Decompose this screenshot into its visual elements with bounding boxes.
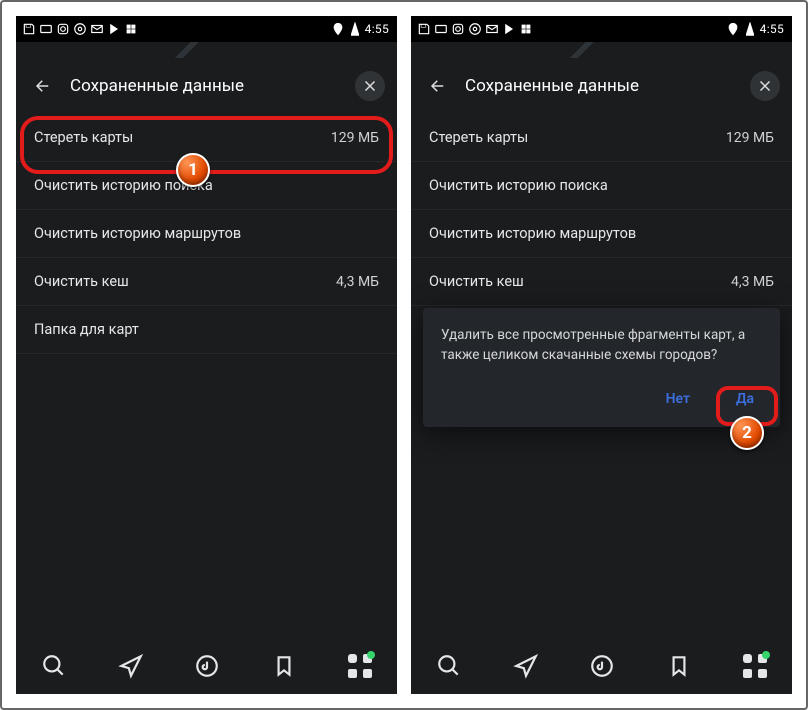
play-store-icon [502, 22, 516, 36]
confirm-dialog: Удалить все просмотренные фрагменты карт… [423, 308, 780, 427]
erase-maps-value: 129 МБ [726, 130, 774, 146]
search-icon[interactable] [41, 653, 67, 679]
erase-maps-row[interactable]: Стереть карты 129 МБ [411, 114, 792, 162]
clear-routes-row[interactable]: Очистить историю маршрутов [411, 210, 792, 258]
location-icon [331, 22, 345, 36]
dialog-message: Удалить все просмотренные фрагменты карт… [441, 326, 762, 365]
dialog-no-button[interactable]: Нет [658, 383, 698, 415]
navigate-icon[interactable] [118, 653, 144, 679]
music-icon[interactable] [194, 653, 220, 679]
status-bar: 4:55 [16, 16, 397, 42]
phone-screen-right: 4:55 Сохраненные данные Стереть карты 12… [411, 16, 792, 694]
save-icon [417, 22, 431, 36]
search-icon[interactable] [436, 653, 462, 679]
apps-grid-icon[interactable] [743, 654, 767, 678]
header-title: Сохраненные данные [70, 76, 343, 96]
mail-icon [485, 22, 499, 36]
location-icon [726, 22, 740, 36]
maps-folder-label: Папка для карт [34, 321, 139, 338]
clear-cache-row[interactable]: Очистить кеш 4,3 МБ [16, 258, 397, 306]
header-title: Сохраненные данные [465, 76, 738, 96]
clear-cache-label: Очистить кеш [34, 273, 129, 290]
back-button[interactable] [423, 71, 453, 101]
screen-header: Сохраненные данные [411, 58, 792, 114]
clear-routes-row[interactable]: Очистить историю маршрутов [16, 210, 397, 258]
apps-grid-icon[interactable] [348, 654, 372, 678]
step-badge-1: 1 [176, 153, 210, 187]
bottom-nav [411, 638, 792, 694]
apps-icon [124, 22, 138, 36]
card-icon [434, 22, 448, 36]
save-icon [22, 22, 36, 36]
settings-list: Стереть карты 129 МБ Очистить историю по… [411, 114, 792, 306]
maps-folder-row[interactable]: Папка для карт [16, 306, 397, 354]
step-badge-2: 2 [730, 416, 764, 450]
clock-text: 4:55 [365, 22, 389, 36]
at-icon [468, 22, 482, 36]
settings-list: Стереть карты 129 МБ Очистить историю по… [16, 114, 397, 354]
bookmark-icon[interactable] [271, 653, 297, 679]
at-icon [73, 22, 87, 36]
erase-maps-value: 129 МБ [331, 130, 379, 146]
close-button[interactable] [355, 71, 385, 101]
close-button[interactable] [750, 71, 780, 101]
clock-text: 4:55 [760, 22, 784, 36]
erase-maps-label: Стереть карты [34, 129, 133, 146]
signal-icon [351, 22, 359, 36]
card-icon [39, 22, 53, 36]
erase-maps-label: Стереть карты [429, 129, 528, 146]
screen-header: Сохраненные данные [16, 58, 397, 114]
instagram-icon [451, 22, 465, 36]
clear-routes-label: Очистить историю маршрутов [429, 225, 636, 242]
dialog-yes-button[interactable]: Да [728, 383, 762, 415]
mail-icon [90, 22, 104, 36]
clear-cache-value: 4,3 МБ [731, 274, 774, 290]
bookmark-icon[interactable] [666, 653, 692, 679]
navigate-icon[interactable] [513, 653, 539, 679]
clear-routes-label: Очистить историю маршрутов [34, 225, 241, 242]
clear-search-label: Очистить историю поиска [429, 177, 608, 194]
phone-screen-left: 4:55 Сохраненные данные Стереть карты 12… [16, 16, 397, 694]
instagram-icon [56, 22, 70, 36]
bottom-nav [16, 638, 397, 694]
signal-icon [746, 22, 754, 36]
back-button[interactable] [28, 71, 58, 101]
music-icon[interactable] [589, 653, 615, 679]
play-store-icon [107, 22, 121, 36]
status-bar: 4:55 [411, 16, 792, 42]
clear-cache-label: Очистить кеш [429, 273, 524, 290]
erase-maps-row[interactable]: Стереть карты 129 МБ [16, 114, 397, 162]
clear-cache-value: 4,3 МБ [336, 274, 379, 290]
apps-icon [519, 22, 533, 36]
clear-cache-row[interactable]: Очистить кеш 4,3 МБ [411, 258, 792, 306]
clear-search-row[interactable]: Очистить историю поиска [411, 162, 792, 210]
